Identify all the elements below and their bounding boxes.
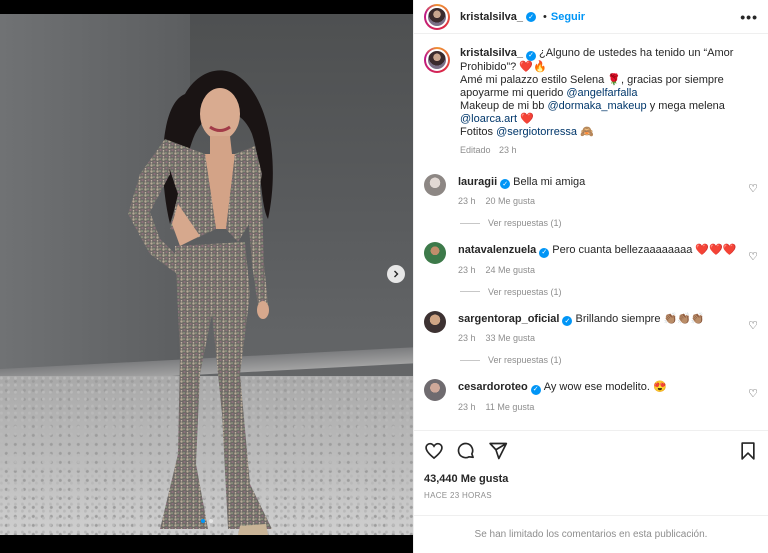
carousel-dot [208,519,213,523]
replies-label: Ver respuestas (1) [488,286,562,297]
comment-body: lauragii ✓ Bella mi amiga [458,174,586,189]
mention-link[interactable]: @dormaka_makeup [547,100,646,112]
caption-line4-b: 🙈 [576,125,594,138]
author-username[interactable]: kristalsilva_ [460,11,523,23]
comment-item: sargentorap_oficial ✓ Brillando siempre 👏🏽… [424,310,758,343]
heart-icon[interactable] [424,441,444,461]
comment-body: sargentorap_oficial ✓ Brillando siempre 👏🏽… [458,311,705,326]
comments-limited-notice: Se han limitado los comentarios en esta … [414,515,768,553]
comment-text: Pero cuanta bellezaaaaaaaa ❤️❤️❤️ [552,244,737,256]
comment-meta: 23 h 24 Me gusta [458,265,736,275]
comment-body: natavalenzuela ✓ Pero cuanta bellezaaaaaaa… [458,242,736,258]
caption-avatar[interactable] [424,47,450,73]
caption-line3-c: ❤️ [517,112,534,125]
post-photo[interactable] [0,14,413,535]
caption-line3-b: y mega melena [646,99,725,112]
follow-button[interactable]: Seguir [551,11,585,23]
comment-item: cesardoroteo ✓ Ay wow ese modelito. 😍 23 h… [424,379,758,412]
mention-link[interactable]: @loarca.art [460,113,517,125]
header-separator: • [543,10,547,23]
view-replies-button[interactable]: Ver respuestas (1) [460,218,758,228]
comment-likes[interactable]: 33 Me gusta [486,333,536,343]
comment-heart-icon[interactable]: ♡ [748,387,758,400]
comment-likes[interactable]: 24 Me gusta [486,265,536,275]
post-panel: kristalsilva_ ✓ • Seguir ••• kristalsilv… [413,0,768,553]
next-photo-button[interactable] [387,265,405,283]
send-icon[interactable] [488,441,508,461]
comment-username[interactable]: lauragii [458,176,497,188]
replies-line [460,359,480,361]
comment-heart-icon[interactable]: ♡ [748,250,758,263]
caption-time: 23 h [499,144,517,155]
verified-badge-icon: ✓ [500,179,511,189]
comment-item: natavalenzuela ✓ Pero cuanta bellezaaaaaaa… [424,242,758,275]
commenter-avatar[interactable] [424,379,446,401]
replies-label: Ver respuestas (1) [488,218,562,228]
verified-badge-icon: ✓ [526,50,536,61]
more-options-icon[interactable]: ••• [740,9,758,25]
caption-line3: Makeup de mi bb [460,99,548,112]
post-header: kristalsilva_ ✓ • Seguir ••• [414,0,768,34]
comment-likes[interactable]: 11 Me gusta [486,402,535,412]
comment-time: 23 h [458,401,476,412]
verified-badge-icon: ✓ [526,11,536,22]
carousel-dot [200,519,205,523]
commenter-avatar[interactable] [424,242,446,264]
mention-link[interactable]: @angelfarfalla [566,87,637,99]
comment-username[interactable]: sargentorap_oficial [458,313,559,325]
comment-time: 23 h [458,333,476,343]
post-age: HACE 23 HORAS [424,491,492,500]
comment-body: cesardoroteo ✓ Ay wow ese modelito. 😍 [458,379,667,395]
carousel-dots [0,519,413,523]
caption-line4: Fotitos [460,125,497,138]
view-replies-button[interactable]: Ver respuestas (1) [460,355,758,365]
comment-heart-icon[interactable]: ♡ [748,182,758,195]
author-avatar[interactable] [424,3,450,30]
comment-item: lauragii ✓ Bella mi amiga 23 h 20 Me gusta… [424,173,758,206]
comments-section[interactable]: kristalsilva_ ✓ ¿Alguno de ustedes ha teni… [414,35,768,430]
verified-badge-icon: ✓ [539,247,550,258]
caption-username[interactable]: kristalsilva_ [460,47,523,59]
mention-link[interactable]: @sergiotorressa [496,126,577,138]
comment-meta: 23 h 33 Me gusta [458,333,705,343]
comment-meta: 23 h 11 Me gusta [458,402,667,412]
comment-likes[interactable]: 20 Me gusta [486,196,536,206]
chevron-right-icon [394,270,399,278]
comment-icon[interactable] [456,441,476,461]
action-bar [424,441,758,461]
caption-meta: Editado 23 h [460,145,740,155]
comment-text: Bella mi amiga [513,175,586,188]
verified-badge-icon: ✓ [562,316,573,326]
photo-model [128,70,273,535]
bookmark-icon[interactable] [738,441,758,461]
caption: kristalsilva_ ✓ ¿Alguno de ustedes ha teni… [424,47,758,155]
comment-text: Brillando siempre 👏🏽👏🏽👏🏽 [575,312,705,325]
comment-heart-icon[interactable]: ♡ [748,319,758,332]
post-media [0,0,413,553]
comment-time: 23 h [458,196,476,206]
replies-label: Ver respuestas (1) [488,355,562,365]
comment-meta: 23 h 20 Me gusta [458,196,585,206]
replies-line [460,291,480,292]
caption-text: kristalsilva_ ✓ ¿Alguno de ustedes ha teni… [460,47,740,139]
comment-username[interactable]: natavalenzuela [458,244,536,256]
replies-line [460,222,480,224]
commenter-avatar[interactable] [424,173,446,196]
edited-label: Editado [460,144,491,155]
commenter-avatar[interactable] [424,310,446,333]
verified-badge-icon: ✓ [530,384,541,395]
view-replies-button[interactable]: Ver respuestas (1) [460,287,758,297]
likes-count[interactable]: 43,440 Me gusta [424,473,758,485]
comment-text: Ay wow ese modelito. 😍 [543,381,667,393]
comment-time: 23 h [458,264,476,275]
actions-area: 43,440 Me gusta HACE 23 HORAS [414,430,768,500]
comment-username[interactable]: cesardoroteo [458,381,528,393]
